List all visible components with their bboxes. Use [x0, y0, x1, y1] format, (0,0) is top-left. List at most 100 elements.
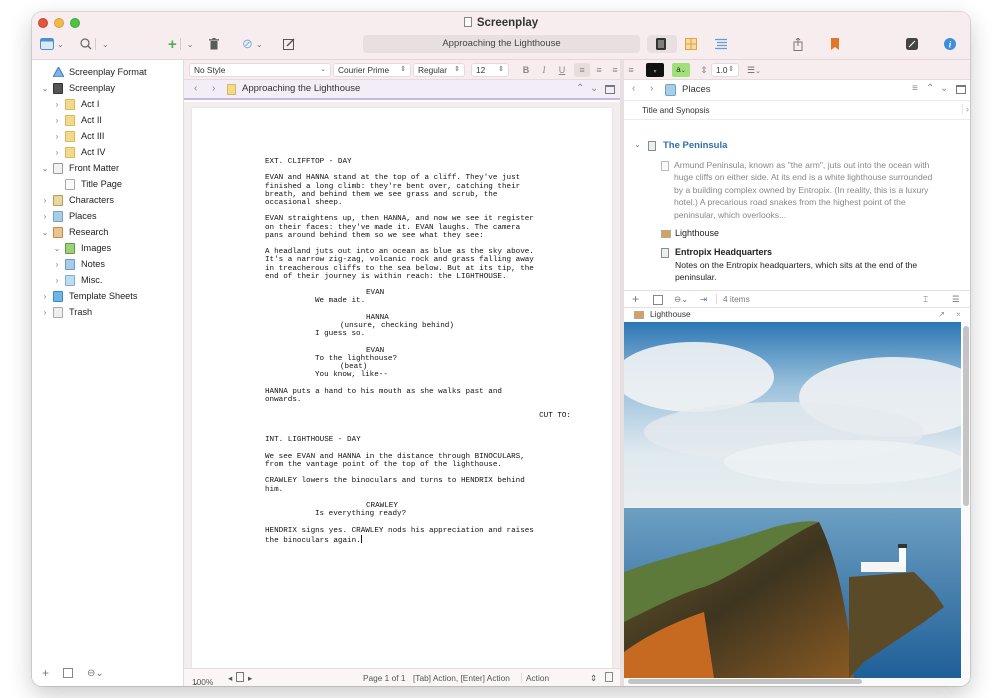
disclosure-collapsed-icon[interactable]: › — [52, 276, 62, 285]
script-action[interactable]: EVAN and HANNA stand at the top of a cli… — [265, 174, 585, 207]
outline-item-synopsis[interactable]: Notes on the Entropix headquarters, whic… — [675, 259, 960, 284]
delete-button[interactable] — [209, 34, 219, 54]
split-editor-icon[interactable] — [605, 85, 615, 94]
disclosure-expanded-icon[interactable]: ⌄ — [40, 84, 50, 93]
binder-item[interactable]: › Places — [40, 208, 97, 224]
disclosure-expanded-icon[interactable]: ⌄ — [634, 140, 641, 149]
script-action[interactable]: HANNA puts a hand to his mouth as she wa… — [265, 388, 585, 404]
align-center-button[interactable]: ≡ — [592, 63, 606, 77]
fit-width-icon[interactable]: ⌶ — [923, 294, 928, 305]
disclosure-collapsed-icon[interactable]: › — [52, 100, 62, 109]
binder-item[interactable]: ⌄ Front Matter — [40, 160, 119, 176]
outline-item-title[interactable]: Lighthouse — [675, 228, 719, 238]
scrollbar-thumb[interactable] — [628, 679, 862, 684]
add-folder-icon[interactable] — [63, 668, 74, 678]
binder-item[interactable]: ⌄ Research — [40, 224, 108, 240]
disclosure-expanded-icon[interactable]: ⌄ — [40, 164, 50, 173]
bold-button[interactable]: B — [520, 63, 532, 77]
script-transition[interactable]: CUT TO: — [265, 412, 585, 420]
inspector-button[interactable]: i — [944, 34, 956, 54]
script-action[interactable]: CRAWLEY lowers the binoculars and turns … — [265, 477, 585, 493]
binder-item[interactable]: › Characters — [40, 192, 114, 208]
script-action[interactable]: A headland juts out into an ocean as blu… — [265, 248, 585, 281]
disclosure-expanded-icon[interactable]: ⌄ — [40, 228, 50, 237]
document-view-button[interactable] — [656, 34, 666, 54]
previous-document-icon[interactable]: ⌃ — [926, 83, 934, 94]
move-into-icon[interactable]: ⇥ — [700, 294, 707, 304]
font-size-select[interactable]: 12 ⇕ — [471, 63, 509, 77]
compose-button[interactable] — [283, 34, 295, 54]
binder-item[interactable]: › Act III — [52, 128, 105, 144]
align-left-button[interactable]: ≡ — [574, 63, 590, 77]
binder-item[interactable]: ⌄ Screenplay — [40, 80, 115, 96]
element-type-select[interactable]: Action — [521, 673, 549, 683]
binder-item[interactable]: › Act IV — [52, 144, 106, 160]
compile-button[interactable] — [906, 34, 918, 54]
script-scene-heading[interactable]: EXT. CLIFFTOP - DAY — [265, 158, 585, 166]
script-parenthetical[interactable]: (unsure, checking behind) — [265, 322, 585, 330]
add-icon[interactable]: + — [632, 292, 639, 306]
binder-item[interactable]: › Notes — [52, 256, 105, 272]
image-horizontal-scrollbar[interactable] — [624, 678, 970, 686]
share-button[interactable] — [793, 34, 803, 54]
corkboard-view-button[interactable] — [685, 34, 697, 54]
page-nav-prev[interactable]: ◂ — [228, 673, 232, 683]
scrollbar-thumb[interactable] — [963, 326, 969, 506]
justify-button[interactable]: ≡ — [624, 63, 638, 77]
script-parenthetical[interactable]: (beat) — [265, 363, 585, 371]
forward-arrow-icon[interactable]: › — [650, 83, 653, 94]
add-button[interactable]: + ⌄ — [168, 34, 193, 54]
script-character[interactable]: CRAWLEY — [265, 502, 585, 510]
forward-arrow-icon[interactable]: › — [212, 83, 215, 94]
script-dialogue[interactable]: You know, like-- — [265, 371, 585, 379]
binder-item[interactable]: › Act II — [52, 112, 102, 128]
attachment-button[interactable]: ⊘ ⌄ — [242, 34, 263, 54]
disclosure-collapsed-icon[interactable]: › — [52, 116, 62, 125]
disclosure-collapsed-icon[interactable]: › — [40, 212, 50, 221]
add-folder-icon[interactable] — [653, 295, 663, 305]
add-icon[interactable]: + — [42, 666, 49, 680]
list-icon[interactable]: ☰ — [952, 294, 959, 304]
disclosure-collapsed-icon[interactable]: › — [40, 308, 50, 317]
page-nav-next[interactable]: ▸ — [248, 673, 252, 683]
disclosure-collapsed-icon[interactable]: › — [52, 148, 62, 157]
outline-item-title[interactable]: The Peninsula — [663, 140, 727, 151]
disclosure-collapsed-icon[interactable]: › — [52, 260, 62, 269]
script-dialogue[interactable]: Is everything ready? — [265, 510, 585, 518]
script-character[interactable]: HANNA — [265, 314, 585, 322]
binder-item[interactable]: Screenplay Format — [40, 64, 147, 80]
paragraph-style-select[interactable]: No Style ⌄ — [189, 63, 331, 77]
script-character[interactable]: EVAN — [265, 289, 585, 297]
split-editor-icon[interactable] — [956, 85, 966, 94]
text-color-button[interactable]: ▾ — [646, 63, 664, 77]
bookmarks-button[interactable] — [831, 34, 839, 54]
binder-item[interactable]: › Misc. — [52, 272, 102, 288]
binder-item[interactable]: ⌄ Images — [52, 240, 111, 256]
chevron-right-icon[interactable]: › — [962, 104, 969, 114]
script-dialogue[interactable]: I guess so. — [265, 330, 585, 338]
outliner-column-header[interactable]: Title and Synopsis › — [624, 101, 970, 120]
menu-icon[interactable]: ≡ — [912, 83, 918, 94]
script-dialogue[interactable]: We made it. — [265, 297, 585, 305]
sidebar-toggle-button[interactable]: ⌄ — [40, 34, 64, 54]
underline-button[interactable]: U — [556, 63, 568, 77]
script-action[interactable]: We see EVAN and HANNA in the distance th… — [265, 453, 585, 469]
next-document-icon[interactable]: ⌄ — [940, 83, 948, 94]
binder-item[interactable]: › Act I — [52, 96, 99, 112]
disclosure-collapsed-icon[interactable]: › — [52, 132, 62, 141]
script-action[interactable]: HENDRIX signs yes. CRAWLEY nods his appr… — [265, 527, 585, 545]
previous-document-icon[interactable]: ⌃ — [576, 83, 584, 94]
back-arrow-icon[interactable]: ‹ — [632, 83, 635, 94]
disclosure-expanded-icon[interactable]: ⌄ — [52, 244, 62, 253]
outline-item-title[interactable]: Entropix Headquarters — [675, 247, 772, 257]
font-weight-select[interactable]: Regular ⇕ — [413, 63, 465, 77]
list-style-button[interactable]: ☰⌄ — [744, 63, 764, 77]
outliner-view-button[interactable] — [715, 34, 727, 54]
navigation-title-field[interactable]: Approaching the Lighthouse — [363, 35, 640, 53]
italic-button[interactable]: I — [538, 63, 550, 77]
image-vertical-scrollbar[interactable] — [962, 322, 970, 678]
binder-item[interactable]: › Trash — [40, 304, 92, 320]
font-family-select[interactable]: Courier Prime ⇕ — [333, 63, 411, 77]
script-text[interactable]: EXT. CLIFFTOP - DAY EVAN and HANNA stand … — [265, 158, 585, 553]
script-character[interactable]: EVAN — [265, 347, 585, 355]
